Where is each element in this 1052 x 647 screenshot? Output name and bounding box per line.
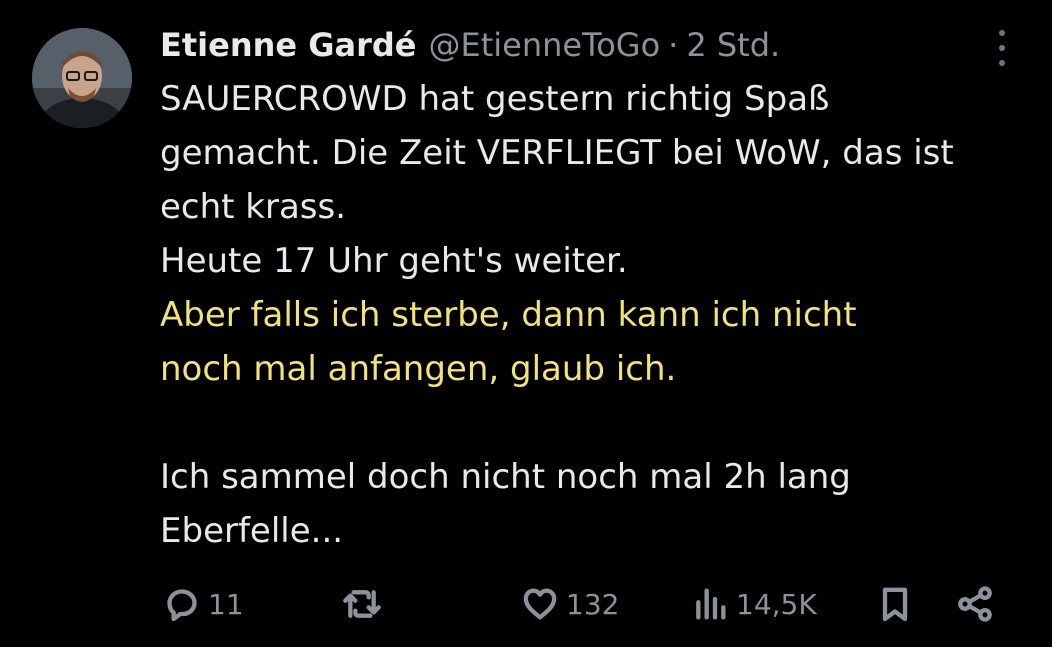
paragraph-break bbox=[160, 396, 1040, 450]
author-handle[interactable]: @EtienneToGo bbox=[428, 26, 660, 64]
tweet-text-line: SAUERCROWD hat gestern richtig Spaß bbox=[160, 79, 830, 119]
tweet-text-highlighted-line: Aber falls ich sterbe, dann kann ich nic… bbox=[160, 295, 857, 335]
like-button[interactable]: 132 bbox=[520, 580, 619, 628]
share-button[interactable] bbox=[955, 580, 995, 628]
tweet-text-highlighted-line: noch mal anfangen, glaub ich. bbox=[160, 349, 677, 389]
views-icon bbox=[696, 588, 726, 620]
tweet-timestamp[interactable]: 2 Std. bbox=[686, 26, 780, 64]
avatar-image bbox=[32, 28, 132, 128]
reply-icon bbox=[167, 589, 197, 622]
tweet-header: Etienne Gardé @EtienneToGo · 2 Std. bbox=[160, 22, 780, 68]
views-count: 14,5K bbox=[736, 587, 817, 621]
tweet-card: Etienne Gardé @EtienneToGo · 2 Std. SAUE… bbox=[0, 0, 1052, 647]
more-dot bbox=[999, 30, 1005, 36]
header-separator: · bbox=[668, 26, 679, 64]
avatar[interactable] bbox=[32, 28, 132, 128]
tweet-text-line: echt krass. bbox=[160, 187, 347, 227]
tweet-text-line: Heute 17 Uhr geht's weiter. bbox=[160, 241, 628, 281]
retweet-icon bbox=[343, 590, 381, 618]
heart-icon bbox=[523, 588, 557, 620]
views-button[interactable]: 14,5K bbox=[690, 580, 817, 628]
tweet-text-line: Ich sammel doch nicht noch mal 2h lang bbox=[160, 457, 851, 497]
reply-button[interactable]: 11 bbox=[162, 580, 244, 628]
more-vertical-icon[interactable] bbox=[990, 30, 1014, 66]
more-dot bbox=[999, 45, 1005, 51]
tweet-text-line: gemacht. Die Zeit VERFLIEGT bei WoW, das… bbox=[160, 133, 954, 173]
retweet-button[interactable] bbox=[340, 580, 390, 628]
bookmark-button[interactable] bbox=[875, 580, 915, 628]
share-icon bbox=[958, 586, 992, 622]
tweet-text-line: Eberfelle... bbox=[160, 511, 344, 551]
author-display-name[interactable]: Etienne Gardé bbox=[160, 26, 416, 64]
bookmark-icon bbox=[882, 587, 908, 622]
tweet-text: SAUERCROWD hat gestern richtig Spaß gema… bbox=[160, 72, 1040, 558]
like-count: 132 bbox=[566, 587, 620, 621]
reply-count: 11 bbox=[208, 587, 244, 621]
tweet-actions-bar: 11 132 14,5K bbox=[160, 580, 1000, 628]
more-dot bbox=[999, 60, 1005, 66]
